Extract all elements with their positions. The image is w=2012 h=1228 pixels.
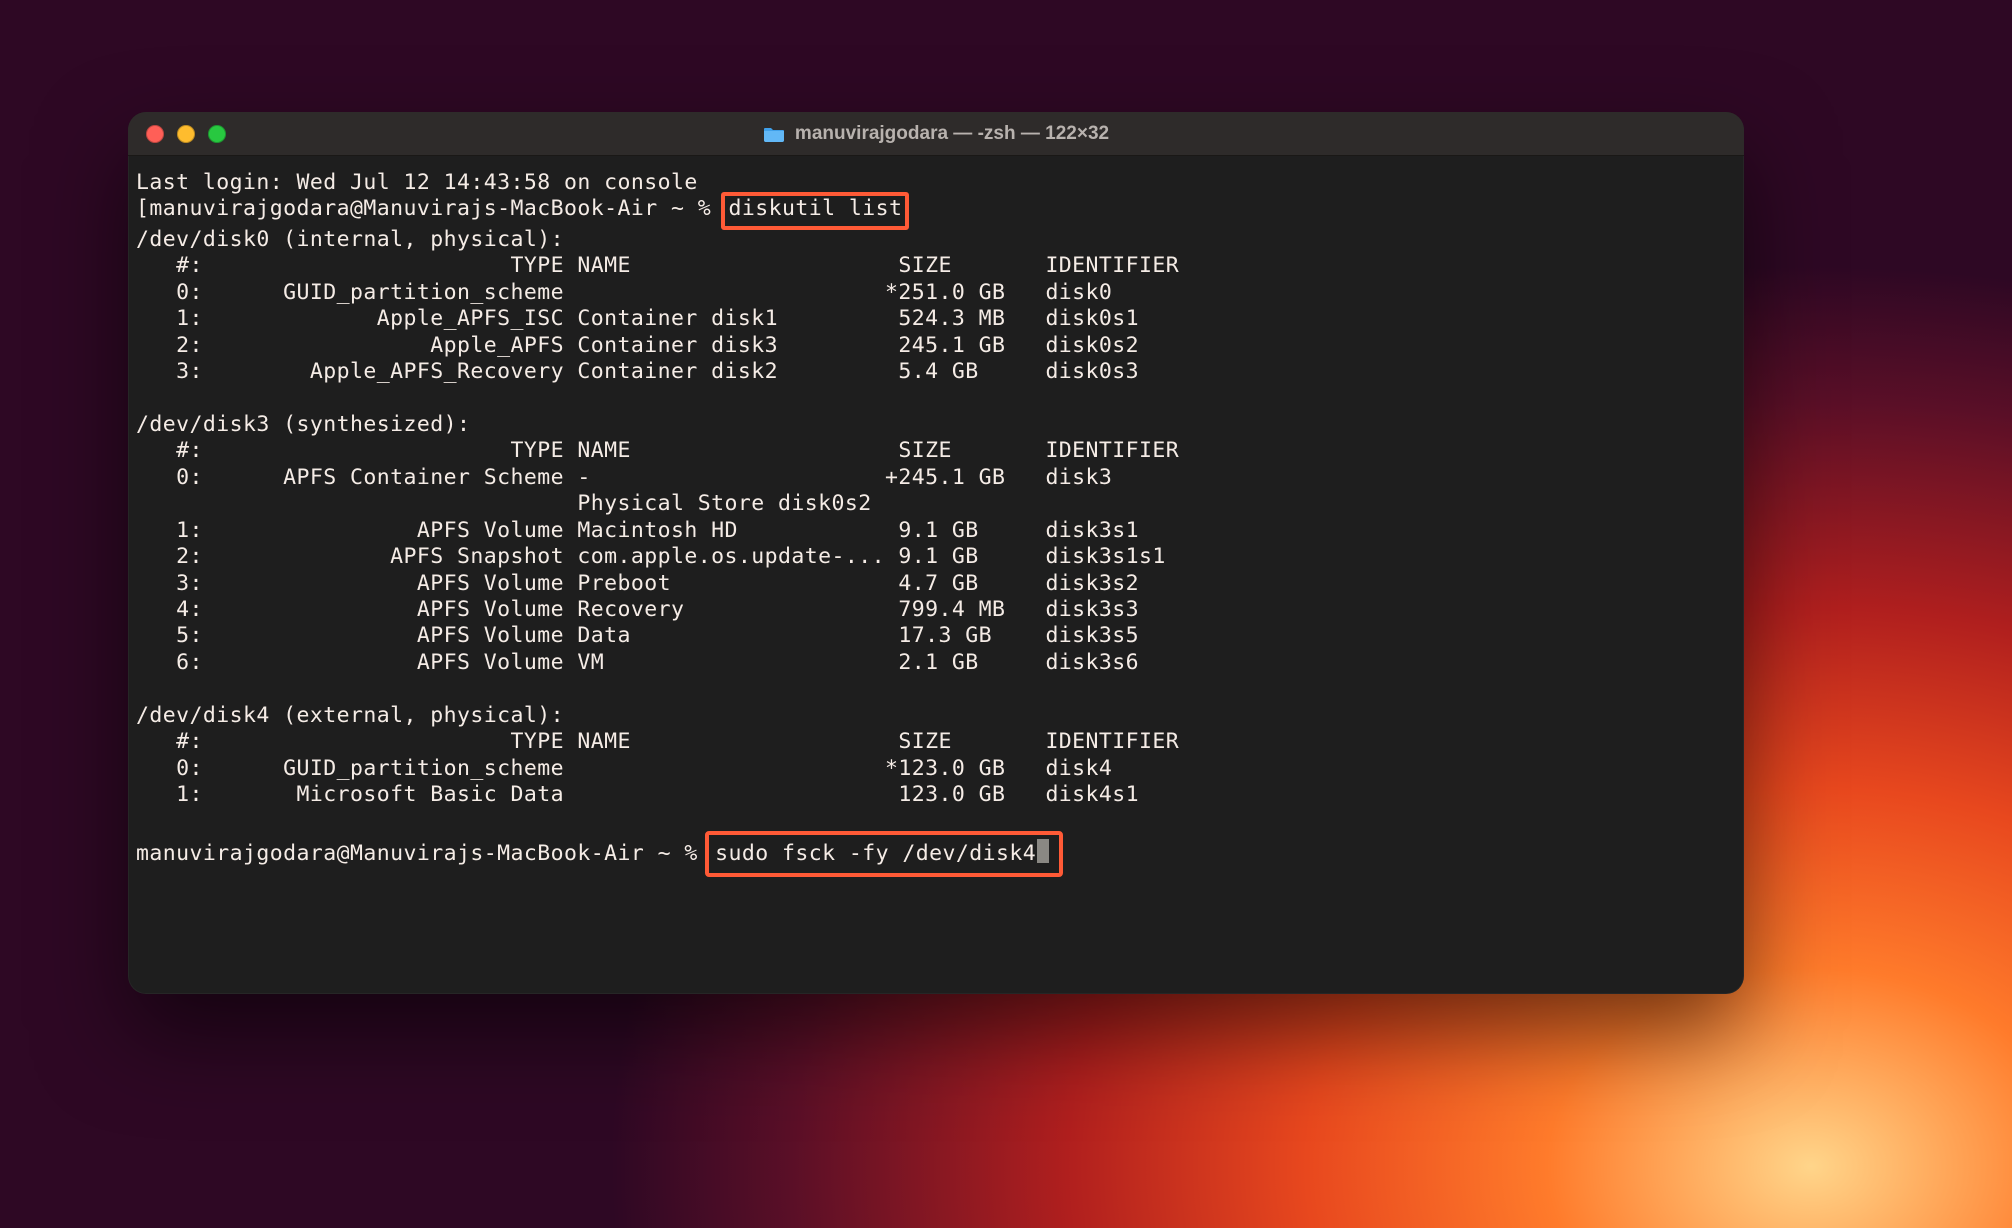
disk3-header: /dev/disk3 (synthesized): [136,412,470,437]
disk0-row: 1: Apple_APFS_ISC Container disk1 524.3 … [136,306,1139,331]
disk4-header: /dev/disk4 (external, physical): [136,703,564,728]
column-header: #: TYPE NAME SIZE IDENTIFIER [136,253,1179,278]
disk0-header: /dev/disk0 (internal, physical): [136,227,564,252]
terminal-window: manuvirajgodara — -zsh — 122×32 Last log… [128,112,1744,994]
disk0-row: 0: GUID_partition_scheme *251.0 GB disk0 [136,280,1112,305]
column-header: #: TYPE NAME SIZE IDENTIFIER [136,438,1179,463]
last-login-line: Last login: Wed Jul 12 14:43:58 on conso… [136,170,698,195]
titlebar: manuvirajgodara — -zsh — 122×32 [128,112,1744,156]
disk0-row: 2: Apple_APFS Container disk3 245.1 GB d… [136,333,1139,358]
disk3-row: 4: APFS Volume Recovery 799.4 MB disk3s3 [136,597,1139,622]
highlight-diskutil: diskutil list [721,192,909,229]
window-title: manuvirajgodara — -zsh — 122×32 [128,123,1744,145]
disk3-row: 5: APFS Volume Data 17.3 GB disk3s5 [136,623,1139,648]
disk4-row: 1: Microsoft Basic Data 123.0 GB disk4s1 [136,782,1139,807]
disk3-row: 2: APFS Snapshot com.apple.os.update-...… [136,544,1166,569]
disk3-row: 3: APFS Volume Preboot 4.7 GB disk3s2 [136,571,1139,596]
zoom-icon[interactable] [208,125,226,143]
disk3-row: Physical Store disk0s2 [136,491,872,516]
disk3-row: 1: APFS Volume Macintosh HD 9.1 GB disk3… [136,518,1139,543]
disk3-row: 6: APFS Volume VM 2.1 GB disk3s6 [136,650,1139,675]
prompt-1-prefix: [manuvirajgodara@Manuvirajs-MacBook-Air … [136,196,724,221]
disk3-row: 0: APFS Container Scheme - +245.1 GB dis… [136,465,1112,490]
prompt-2-prefix: manuvirajgodara@Manuvirajs-MacBook-Air ~… [136,841,711,866]
disk4-row: 0: GUID_partition_scheme *123.0 GB disk4 [136,756,1112,781]
window-controls [128,125,226,143]
column-header: #: TYPE NAME SIZE IDENTIFIER [136,729,1179,754]
close-icon[interactable] [146,125,164,143]
window-title-text: manuvirajgodara — -zsh — 122×32 [795,123,1109,145]
prompt-1-command: diskutil list [728,196,902,221]
terminal-viewport[interactable]: Last login: Wed Jul 12 14:43:58 on conso… [128,156,1744,994]
cursor-icon [1037,839,1049,863]
disk0-row: 3: Apple_APFS_Recovery Container disk2 5… [136,359,1139,384]
folder-icon [763,125,785,143]
minimize-icon[interactable] [177,125,195,143]
highlight-fsck: sudo fsck -fy /dev/disk4 [705,831,1063,877]
prompt-2-command: sudo fsck -fy /dev/disk4 [715,841,1036,866]
